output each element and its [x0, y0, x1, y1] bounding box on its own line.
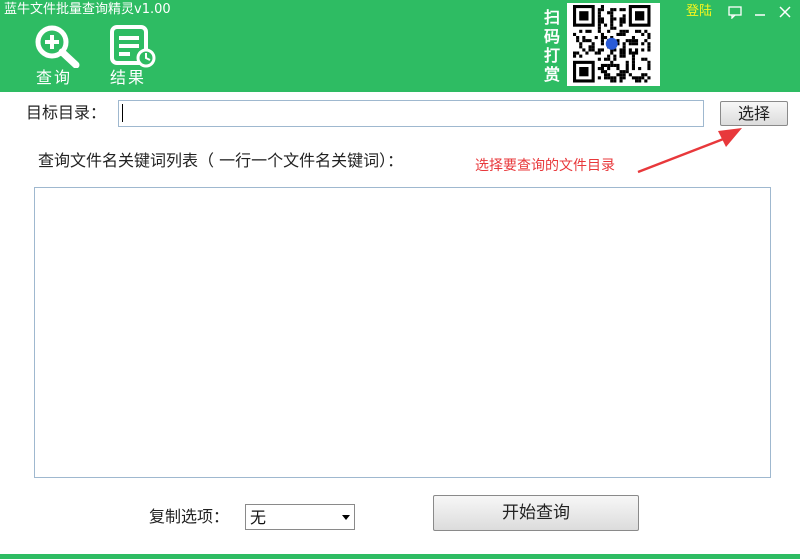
query-tool-button[interactable]: 查询 — [24, 24, 84, 90]
query-tool-label: 查询 — [35, 68, 72, 87]
donate-text: 扫码打赏 — [543, 8, 560, 84]
login-link[interactable]: 登陆 — [686, 4, 712, 20]
copy-option-select[interactable]: 无 — [245, 504, 355, 530]
close-button[interactable] — [776, 3, 794, 21]
comment-icon — [728, 6, 742, 20]
result-tool-label: 结果 — [109, 68, 146, 87]
result-tool-button[interactable]: 结果 — [98, 24, 158, 90]
close-icon — [779, 6, 791, 18]
keywords-textarea[interactable] — [34, 187, 771, 478]
text-caret — [122, 104, 123, 122]
start-query-button[interactable]: 开始查询 — [433, 495, 639, 531]
chevron-down-icon — [342, 515, 350, 520]
copy-option-label: 复制选项： — [149, 507, 230, 526]
zoom-in-icon — [35, 25, 80, 68]
target-dir-input[interactable] — [118, 100, 704, 127]
keywords-label: 查询文件名关键词列表（ 一行一个文件名关键词）： — [38, 151, 404, 170]
qr-code-image — [567, 3, 660, 86]
copy-option-value: 无 — [250, 508, 267, 527]
minimize-icon — [755, 14, 765, 16]
annotation-text: 选择要查询的文件目录 — [475, 158, 615, 174]
document-clock-icon — [110, 25, 156, 68]
qr-code-icon — [573, 5, 651, 83]
status-bar — [0, 554, 800, 559]
minimize-button[interactable] — [751, 3, 769, 21]
title-bar: 蓝牛文件批量查询精灵v1.00 查询 结果 扫码打赏 登陆 — [0, 0, 800, 92]
app-title: 蓝牛文件批量查询精灵v1.00 — [4, 2, 171, 17]
browse-button[interactable]: 选择 — [720, 101, 788, 126]
target-dir-label: 目标目录： — [26, 103, 107, 122]
comment-button[interactable] — [726, 3, 744, 21]
